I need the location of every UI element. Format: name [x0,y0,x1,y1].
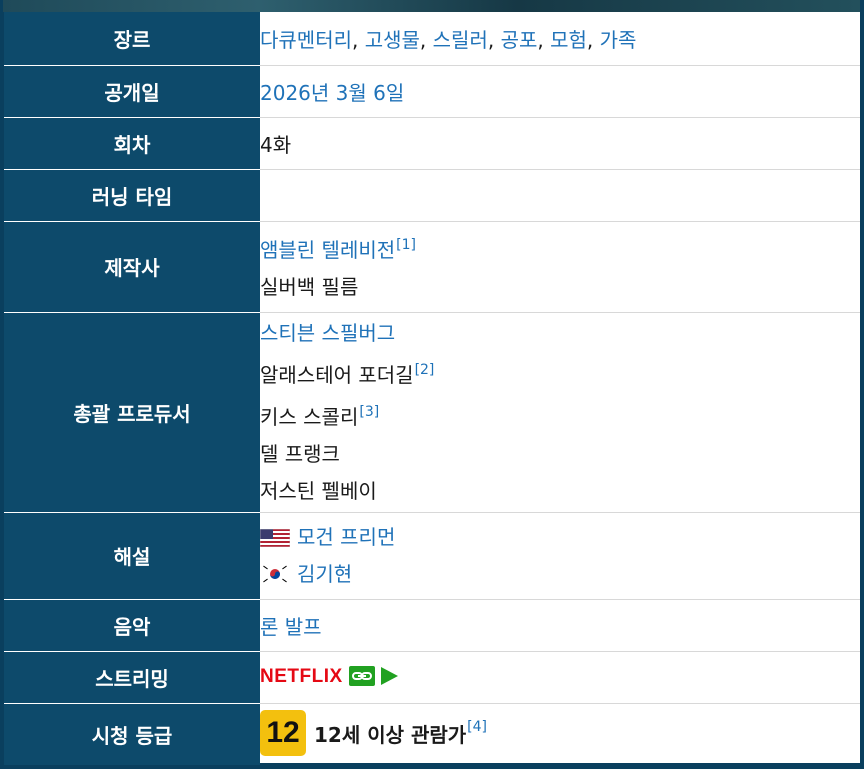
genre-separator: , [537,27,551,52]
producer-name: 키스 스콜리 [260,404,359,429]
genre-value: 다큐멘터리, 고생물, 스릴러, 공포, 모험, 가족 [260,12,860,66]
producer-item: 스티븐 스필버그 [260,315,860,352]
producer-item: 키스 스콜리[3] [260,394,860,436]
header-narration: 해설 [4,512,260,600]
header-music: 음악 [4,599,260,652]
production-name-silverback: 실버백 필름 [260,275,359,299]
release-date-link[interactable]: 2026년 3월 6일 [260,81,404,105]
poster-image-strip [3,0,860,12]
producer-item: 저스틴 펠베이 [260,473,860,510]
genre-separator: , [487,27,501,52]
production-item: 앰블린 텔레비전[1] [260,227,860,269]
producer-name: 저스틴 펠베이 [260,478,377,503]
production-value: 앰블린 텔레비전[1] 실버백 필름 [260,221,860,313]
play-icon[interactable] [379,666,399,691]
genre-separator: , [586,27,600,52]
header-runtime: 러닝 타임 [4,169,260,222]
episodes-value: 4화 [260,117,860,170]
rating-label: 12세 이상 관람가 [314,722,467,747]
row-narration: 해설 모건 프리먼 김기현 [4,512,860,600]
genre-link-horror[interactable]: 공포 [501,28,538,52]
narrator-item: 김기현 [260,556,860,593]
header-executive-producers: 총괄 프로듀서 [4,312,260,513]
genre-link-adventure[interactable]: 모험 [550,28,587,52]
footnote-ref[interactable]: [1] [396,237,416,253]
narration-value: 모건 프리먼 김기현 [260,512,860,600]
producer-name: 알래스테어 포더길 [260,362,414,387]
narrator-link-freeman[interactable]: 모건 프리먼 [297,525,395,549]
production-item: 실버백 필름 [260,269,860,306]
row-rating: 시청 등급 12 12세 이상 관람가[4] [4,703,860,767]
narrator-item: 모건 프리먼 [260,519,860,556]
header-genre: 장르 [4,12,260,66]
row-production: 제작사 앰블린 텔레비전[1] 실버백 필름 [4,221,860,313]
genre-link-documentary[interactable]: 다큐멘터리 [260,28,352,52]
release-value: 2026년 3월 6일 [260,65,860,118]
row-executive-producers: 총괄 프로듀서 스티븐 스필버그 알래스테어 포더길[2] 키스 스콜리[3] … [4,312,860,513]
production-link-amblin[interactable]: 앰블린 텔레비전 [260,238,395,262]
row-genre: 장르 다큐멘터리, 고생물, 스릴러, 공포, 모험, 가족 [4,12,860,66]
header-episodes: 회차 [4,117,260,170]
music-link-balfe[interactable]: 론 발프 [260,615,322,639]
us-flag-icon [260,528,290,547]
streaming-value: NETFLIX [260,651,860,704]
row-music: 음악 론 발프 [4,599,860,652]
footnote-ref[interactable]: [4] [467,719,487,735]
row-streaming: 스트리밍 NETFLIX [4,651,860,704]
genre-link-family[interactable]: 가족 [600,28,637,52]
header-streaming: 스트리밍 [4,651,260,704]
footnote-ref[interactable]: [3] [359,404,379,420]
genre-separator: , [352,27,365,52]
link-icon[interactable] [348,666,375,691]
header-release: 공개일 [4,65,260,118]
netflix-logo: NETFLIX [260,666,343,687]
header-production: 제작사 [4,221,260,313]
producer-name: 델 프랭크 [260,441,340,466]
genre-separator: , [419,27,433,52]
genre-link-paleo[interactable]: 고생물 [365,28,420,52]
executive-producers-value: 스티븐 스필버그 알래스테어 포더길[2] 키스 스콜리[3] 델 프랭크 저스… [260,312,860,513]
row-release: 공개일 2026년 3월 6일 [4,65,860,118]
music-value: 론 발프 [260,599,860,652]
narrator-link-kim[interactable]: 김기현 [297,562,352,586]
row-episodes: 회차 4화 [4,117,860,170]
rating-12-badge-icon: 12 [260,710,306,757]
runtime-value [260,169,860,222]
genre-link-thriller[interactable]: 스릴러 [433,28,488,52]
producer-item: 델 프랭크 [260,436,860,473]
infobox-frame: 장르 다큐멘터리, 고생물, 스릴러, 공포, 모험, 가족 공개일 2026년… [0,0,864,769]
rating-value: 12 12세 이상 관람가[4] [260,703,860,767]
footnote-ref[interactable]: [2] [415,362,435,378]
header-rating: 시청 등급 [4,703,260,765]
kr-flag-icon [260,563,290,584]
producer-item: 알래스테어 포더길[2] [260,352,860,394]
infobox-table: 장르 다큐멘터리, 고생물, 스릴러, 공포, 모험, 가족 공개일 2026년… [4,12,860,767]
row-runtime: 러닝 타임 [4,169,860,222]
producer-link-spielberg[interactable]: 스티븐 스필버그 [260,321,395,345]
